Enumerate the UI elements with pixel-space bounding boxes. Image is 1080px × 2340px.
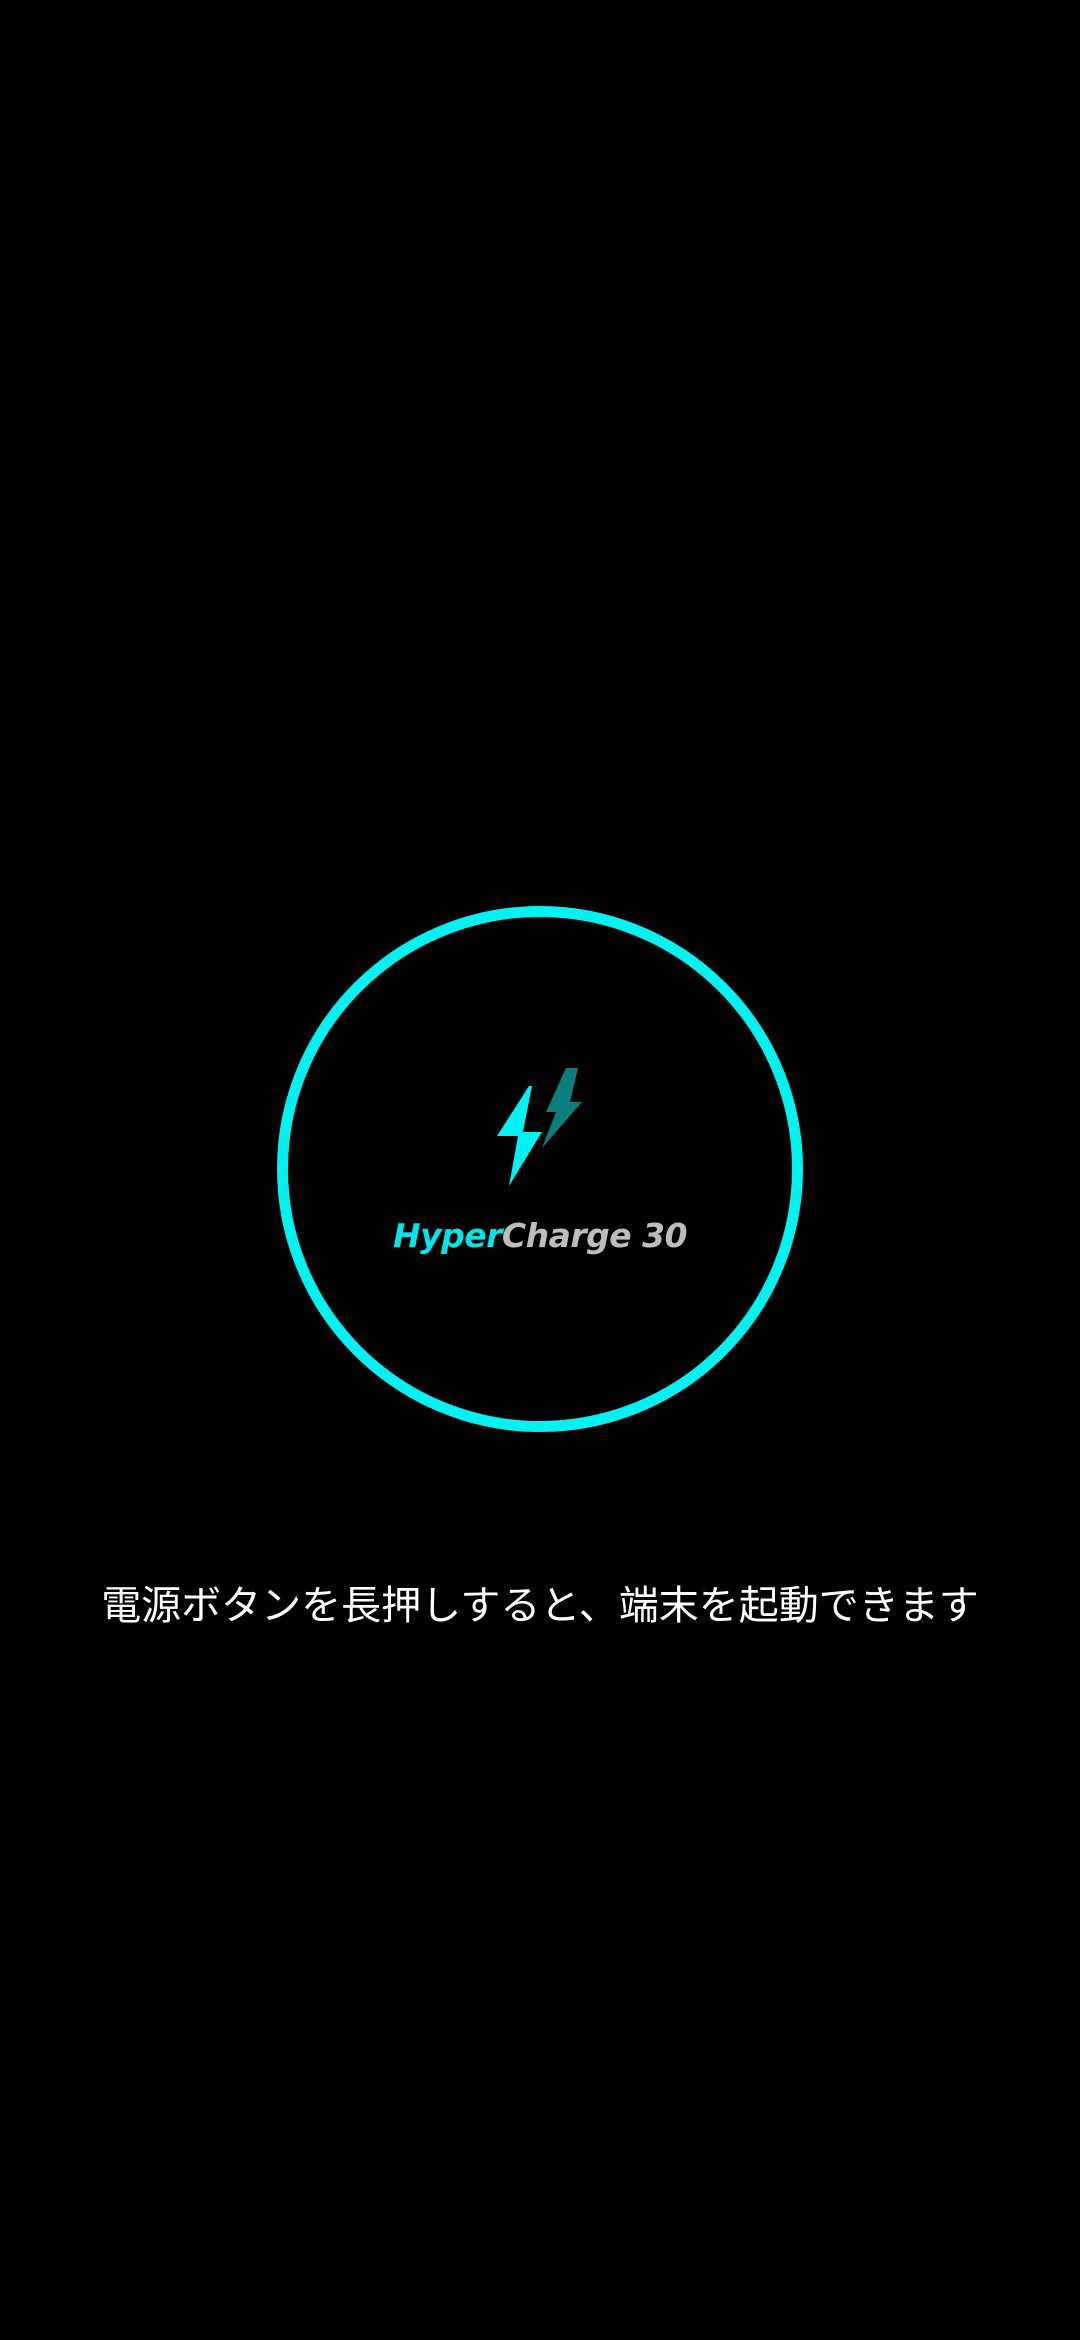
power-button-hint: 電源ボタンを長押しすると、端末を起動できます (101, 1583, 979, 1629)
lightning-bolt-icon-back (542, 1068, 582, 1148)
charging-screen: HyperCharge 30 電源ボタンを長押しすると、端末を起動できます (0, 0, 1080, 2340)
brand-label-hyper: Hyper (392, 1216, 502, 1255)
lightning-bolt-icon-front (497, 1086, 542, 1186)
double-lightning-bolt-icon (497, 1068, 582, 1186)
hypercharge-brand-label: HyperCharge 30 (0, 1212, 1080, 1260)
brand-label-charge: Charge 30 (501, 1216, 688, 1255)
